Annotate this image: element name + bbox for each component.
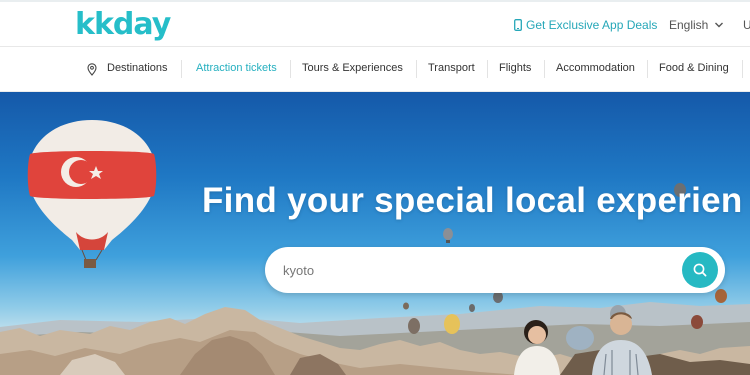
nav-item-tours-experiences[interactable]: Tours & Experiences — [302, 62, 403, 74]
nav-divider — [290, 60, 291, 78]
top-header: kkday Get Exclusive App Deals English U — [0, 0, 750, 47]
language-selector[interactable]: English — [669, 18, 724, 32]
nav-item-transport[interactable]: Transport — [428, 62, 475, 74]
currency-selector[interactable]: U — [743, 18, 750, 32]
nav-item-food-dining[interactable]: Food & Dining — [659, 62, 729, 74]
language-label: English — [669, 18, 709, 32]
search-bar — [265, 247, 725, 293]
app-deals-link[interactable]: Get Exclusive App Deals — [514, 18, 657, 32]
nav-item-destinations[interactable]: Destinations — [107, 62, 168, 74]
search-input[interactable] — [283, 258, 663, 282]
nav-divider — [544, 60, 545, 78]
kkday-logo[interactable]: kkday — [75, 8, 171, 42]
app-deals-label: Get Exclusive App Deals — [526, 18, 658, 32]
hero-headline: Find your special local experien — [202, 181, 743, 220]
kkday-homepage: kkday Get Exclusive App Deals English U … — [0, 0, 750, 375]
category-nav: Destinations Attraction tickets Tours & … — [0, 47, 750, 92]
chevron-down-icon — [715, 22, 724, 28]
nav-divider — [647, 60, 648, 78]
search-icon — [693, 263, 707, 277]
hot-air-balloon — [27, 120, 157, 268]
nav-divider — [181, 60, 182, 78]
nav-divider — [487, 60, 488, 78]
hero-banner: Find your special local experien — [0, 92, 750, 375]
hero-background-image — [0, 120, 750, 375]
nav-item-accommodation[interactable]: Accommodation — [556, 62, 635, 74]
search-button[interactable] — [682, 252, 718, 288]
nav-item-attraction-tickets[interactable]: Attraction tickets — [196, 62, 277, 74]
nav-divider — [416, 60, 417, 78]
phone-icon — [514, 19, 522, 31]
map-pin-icon — [87, 63, 97, 76]
nav-item-flights[interactable]: Flights — [499, 62, 531, 74]
nav-divider — [742, 60, 743, 78]
